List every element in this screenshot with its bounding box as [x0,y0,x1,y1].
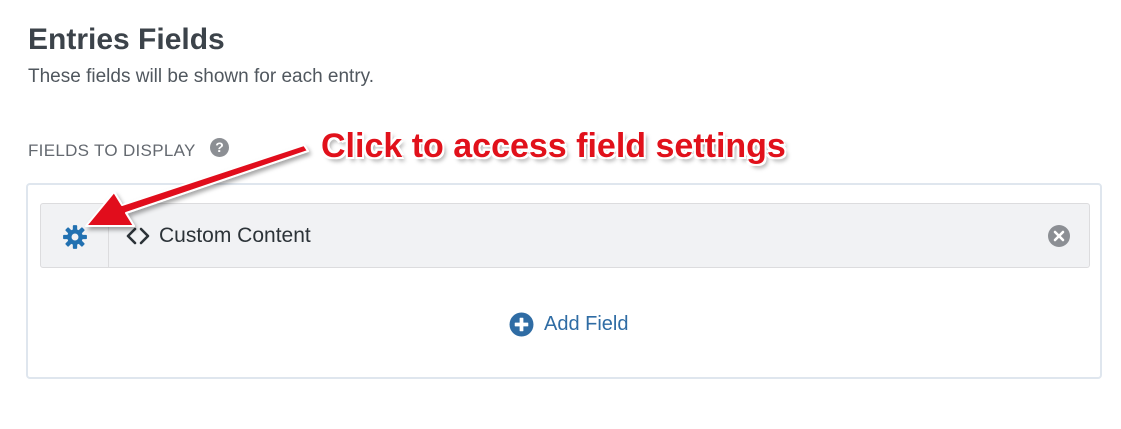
code-icon [126,227,150,245]
page-description: These fields will be shown for each entr… [28,66,375,87]
field-settings-button[interactable] [41,204,109,267]
gear-icon[interactable] [62,224,88,250]
add-field-label: Add Field [544,313,629,335]
add-field-button[interactable]: Add Field [509,311,629,337]
remove-circle-icon[interactable] [1047,224,1071,248]
plus-circle-icon [509,312,534,336]
question-circle-icon[interactable]: ? [210,138,229,157]
field-name: Custom Content [159,224,311,247]
page-title: Entries Fields [28,23,225,56]
fields-to-display-label: FIELDS TO DISPLAY [28,141,196,160]
field-row-custom-content[interactable]: Custom Content [40,203,1090,268]
annotation-text: Click to access field settings [321,127,786,165]
